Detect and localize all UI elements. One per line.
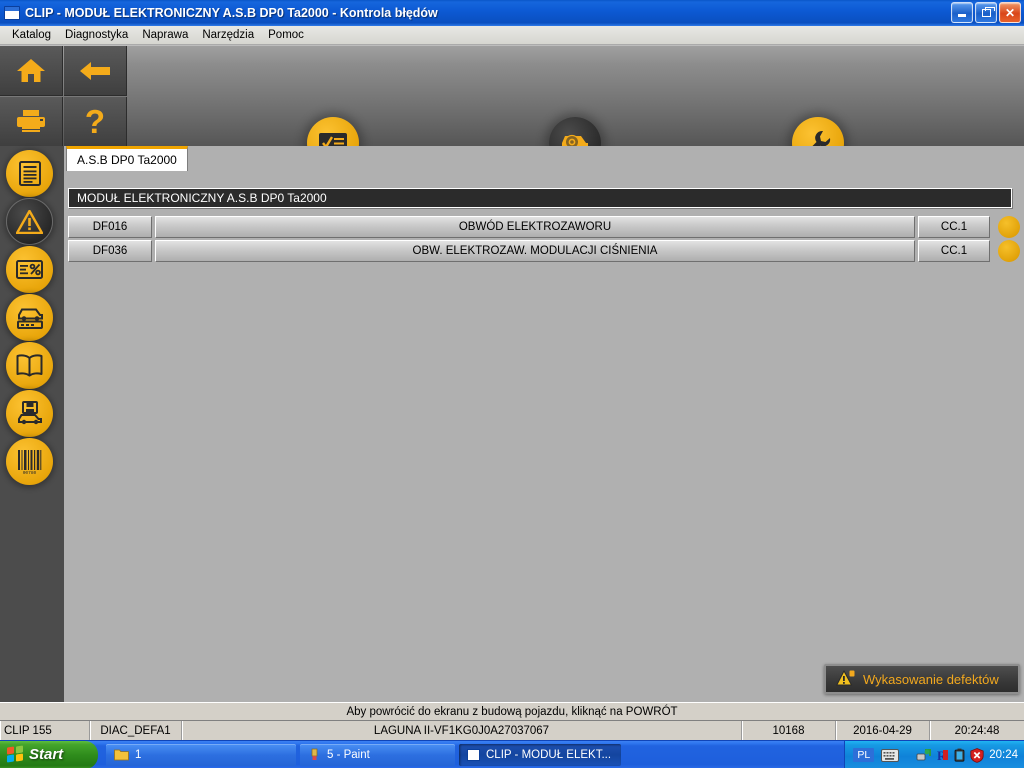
fault-status: CC.1 <box>918 216 990 238</box>
fault-description: OBWÓD ELEKTROZAWORU <box>155 216 915 238</box>
question-mark-icon: ? <box>84 103 106 140</box>
maximize-button[interactable] <box>975 2 997 23</box>
fault-status: CC.1 <box>918 240 990 262</box>
fault-description: OBW. ELEKTROZAW. MODULACJI CIŚNIENIA <box>155 240 915 262</box>
menu-item-narzedzia[interactable]: Narzędzia <box>195 28 261 42</box>
language-indicator[interactable]: PL <box>853 748 875 762</box>
status-counter: 10168 <box>742 721 836 740</box>
network-icon[interactable] <box>916 748 932 762</box>
sidebar-item-faults[interactable] <box>6 198 53 245</box>
status-date: 2016-04-29 <box>836 721 930 740</box>
home-button[interactable] <box>0 46 63 96</box>
left-sidebar: 00780 <box>0 146 64 702</box>
print-button[interactable] <box>0 97 63 147</box>
help-button[interactable]: ? <box>64 97 127 147</box>
sidebar-item-parameters[interactable] <box>6 246 53 293</box>
warning-erase-icon <box>836 669 856 689</box>
printer-icon <box>16 109 46 135</box>
sidebar-item-vehicle-config[interactable] <box>6 294 53 341</box>
tab-underline <box>64 171 1024 173</box>
status-session: DIAC_DEFA1 <box>90 721 182 740</box>
home-icon <box>16 57 46 84</box>
menu-item-katalog[interactable]: Katalog <box>5 28 58 42</box>
window-title: CLIP - MODUŁ ELEKTRONICZNY A.S.B DP0 Ta2… <box>25 6 438 20</box>
hint-bar: Aby powrócić do ekranu z budową pojazdu,… <box>0 702 1024 721</box>
taskbar-item-label: 1 <box>135 748 142 761</box>
hint-text: Aby powrócić do ekranu z budową pojazdu,… <box>346 705 678 718</box>
window-icon <box>467 748 480 761</box>
fault-indicator-dot <box>998 240 1020 262</box>
title-bar: CLIP - MODUŁ ELEKTRONICZNY A.S.B DP0 Ta2… <box>0 0 1024 26</box>
erase-faults-button[interactable]: Wykasowanie defektów <box>824 664 1020 694</box>
book-icon <box>16 354 43 377</box>
fault-code: DF016 <box>68 216 152 238</box>
erase-faults-label: Wykasowanie defektów <box>863 671 999 687</box>
start-button[interactable]: Start <box>0 740 98 768</box>
windows-logo-icon <box>7 745 24 763</box>
minimize-button[interactable] <box>951 2 973 23</box>
percent-report-icon <box>16 259 43 280</box>
warning-triangle-icon <box>16 209 43 234</box>
r-icon[interactable]: R <box>936 748 949 762</box>
fault-indicator-dot <box>998 216 1020 238</box>
content-area: A.S.B DP0 Ta2000 MODUŁ ELEKTRONICZNY A.S… <box>64 146 1024 702</box>
status-time: 20:24:48 <box>930 721 1024 740</box>
document-icon <box>18 161 41 186</box>
taskbar-item-clip[interactable]: CLIP - MODUŁ ELEKT... <box>459 743 621 766</box>
tab-label: A.S.B DP0 Ta2000 <box>77 153 177 167</box>
sidebar-item-save-vehicle[interactable] <box>6 390 53 437</box>
taskbar-item-label: 5 - Paint <box>327 748 370 761</box>
menu-bar: Katalog Diagnostyka Naprawa Narzędzia Po… <box>0 26 1024 45</box>
window-icon <box>4 6 20 20</box>
table-row[interactable]: DF016 OBWÓD ELEKTROZAWORU CC.1 <box>68 216 1020 238</box>
main-toolbar: ? <box>0 45 1024 169</box>
tab-strip: A.S.B DP0 Ta2000 <box>64 146 1024 173</box>
application-window: CLIP - MODUŁ ELEKTRONICZNY A.S.B DP0 Ta2… <box>0 0 1024 768</box>
arrow-left-icon <box>79 60 111 82</box>
fault-table: DF016 OBWÓD ELEKTROZAWORU CC.1 DF036 OBW… <box>68 216 1020 264</box>
tab-asb-dp0[interactable]: A.S.B DP0 Ta2000 <box>66 146 188 171</box>
back-button[interactable] <box>64 46 127 96</box>
tray-clock[interactable]: 20:24 <box>989 749 1018 761</box>
start-label: Start <box>29 746 64 763</box>
folder-icon <box>114 748 129 761</box>
close-button[interactable]: ✕ <box>999 2 1021 23</box>
menu-item-diagnostyka[interactable]: Diagnostyka <box>58 28 135 42</box>
taskbar-item-folder[interactable]: 1 <box>106 743 296 766</box>
taskbar-item-label: CLIP - MODUŁ ELEKT... <box>486 748 612 761</box>
table-row[interactable]: DF036 OBW. ELEKTROZAW. MODULACJI CIŚNIEN… <box>68 240 1020 262</box>
system-tray: PL R 20:24 <box>844 741 1024 768</box>
fault-code: DF036 <box>68 240 152 262</box>
sidebar-item-barcode[interactable]: 00780 <box>6 438 53 485</box>
status-app-version: CLIP 155 <box>0 721 90 740</box>
module-header: MODUŁ ELEKTRONICZNY A.S.B DP0 Ta2000 <box>68 188 1012 208</box>
taskbar: Start 1 5 - Paint CLIP - MODUŁ ELEKT... <box>0 740 1024 768</box>
status-vehicle: LAGUNA II-VF1KG0J0A27037067 <box>182 721 742 740</box>
barcode-icon: 00780 <box>16 449 43 474</box>
svg-text:00780: 00780 <box>23 470 37 474</box>
status-bar: CLIP 155 DIAC_DEFA1 LAGUNA II-VF1KG0J0A2… <box>0 721 1024 740</box>
car-config-icon <box>16 306 44 330</box>
save-car-icon <box>16 401 44 426</box>
sidebar-item-documentation[interactable] <box>6 342 53 389</box>
security-shield-icon[interactable] <box>970 747 984 763</box>
battery-icon[interactable] <box>954 748 965 762</box>
sidebar-item-document[interactable] <box>6 150 53 197</box>
window-controls: ✕ <box>951 2 1021 23</box>
menu-item-naprawa[interactable]: Naprawa <box>135 28 195 42</box>
paint-icon <box>308 748 321 762</box>
taskbar-item-paint[interactable]: 5 - Paint <box>300 743 455 766</box>
keyboard-icon[interactable] <box>881 748 900 762</box>
menu-item-pomoc[interactable]: Pomoc <box>261 28 311 42</box>
